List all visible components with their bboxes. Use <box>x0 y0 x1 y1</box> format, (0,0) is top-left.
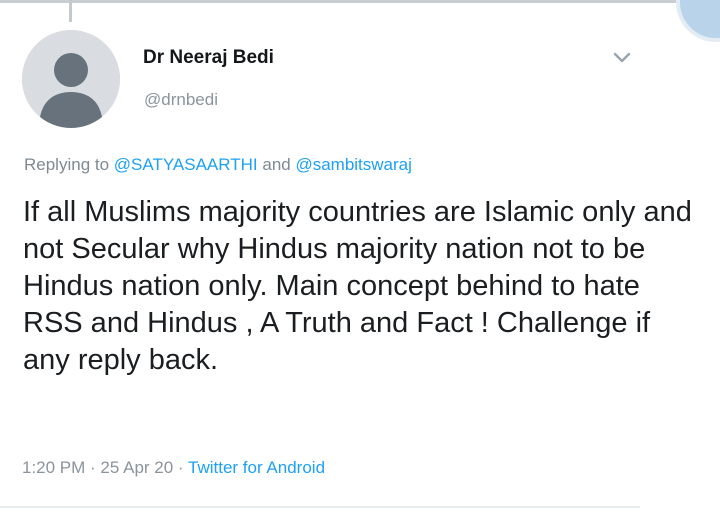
chevron-down-icon[interactable] <box>612 50 632 66</box>
replying-to: Replying to @SATYASAARTHI and @sambitswa… <box>24 155 412 175</box>
display-name[interactable]: Dr Neeraj Bedi <box>143 47 274 69</box>
thread-connector-line <box>69 0 72 22</box>
mention-link-sambitswaraj[interactable]: @sambitswaraj <box>295 155 411 174</box>
corner-avatar[interactable] <box>676 0 720 42</box>
avatar[interactable] <box>22 30 120 128</box>
default-profile-icon <box>22 30 120 128</box>
tweet-date[interactable]: 25 Apr 20 <box>100 458 173 477</box>
mention-link-satyasaarthi[interactable]: @SATYASAARTHI <box>114 155 258 174</box>
tweet-meta: 1:20 PM · 25 Apr 20 · Twitter for Androi… <box>22 458 325 478</box>
tweet-source-link[interactable]: Twitter for Android <box>188 458 325 477</box>
top-divider <box>0 0 720 3</box>
tweet-time[interactable]: 1:20 PM <box>22 458 85 477</box>
bottom-divider <box>0 506 640 508</box>
tweet-text: If all Muslims majority countries are Is… <box>23 196 692 376</box>
meta-separator: · <box>173 458 189 477</box>
user-handle[interactable]: @drnbedi <box>144 90 218 110</box>
meta-separator: · <box>85 458 101 477</box>
replying-and: and <box>257 155 296 174</box>
replying-prefix: Replying to <box>24 155 114 174</box>
